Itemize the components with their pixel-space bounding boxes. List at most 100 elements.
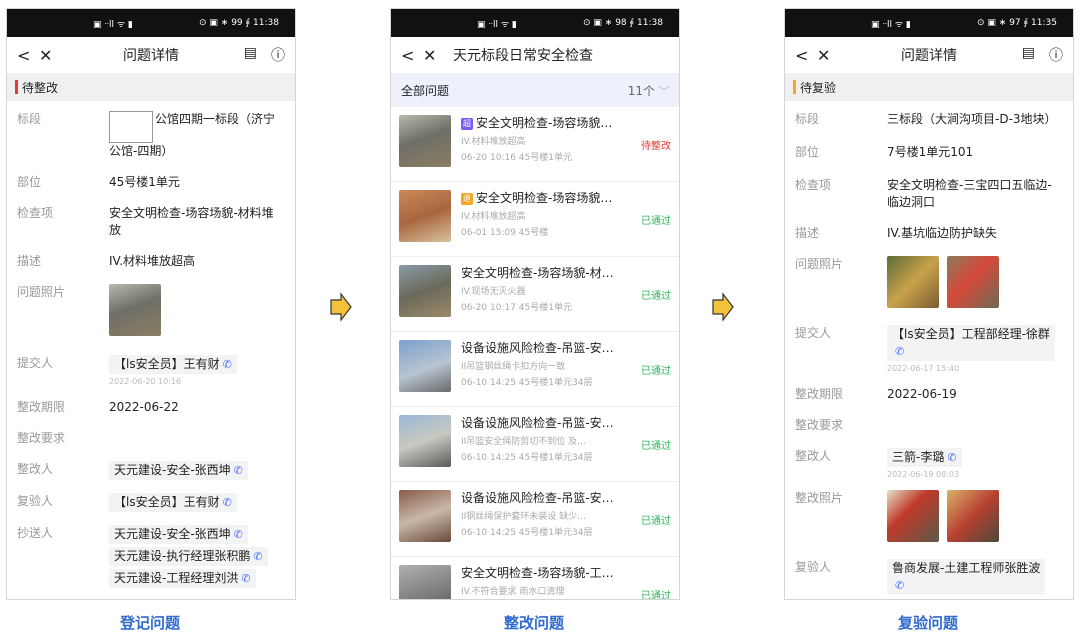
issue-thumbnail [399, 340, 451, 392]
field-miaoshu: 描述 IV.材料堆放超高 [17, 254, 196, 268]
status-section: 待整改 [7, 73, 295, 101]
list-item[interactable]: 退安全文明检查-场容场貌… IV.材料堆放超高 06-01 15:09 45号楼 已通… [391, 182, 679, 257]
item-title-text: 安全文明检查-场容场貌… [476, 116, 613, 130]
issue-thumbnail [399, 565, 451, 599]
status-badge: 已通过 [641, 515, 671, 527]
issue-thumbnail [399, 115, 451, 167]
field-rect-photos: 整改照片 [785, 480, 1073, 547]
status-badge: 已通过 [641, 590, 671, 600]
item-body: 设备设施风险检查-吊篮-安… II钢丝绳保护套环未装设 缺少… 06-10 14:2… [461, 490, 635, 548]
filter-count: 11个 [627, 83, 655, 98]
phone-icon[interactable]: ✆ [241, 572, 250, 585]
item-title: 设备设施风险检查-吊篮-安… [461, 415, 635, 431]
filter-label: 全部问题 [401, 83, 450, 98]
phone-icon[interactable]: ✆ [223, 358, 232, 371]
list-item[interactable]: 设备设施风险检查-吊篮-安… II吊篮安全绳防剪切不到位 及… 06-10 14:2… [391, 407, 679, 482]
item-description: IV.材料堆放超高 [461, 137, 526, 147]
item-meta: 06-20 10:17 45号楼1单元 [461, 303, 572, 313]
back-icon[interactable]: < [17, 46, 39, 65]
item-title: 设备设施风险检查-吊篮-安… [461, 340, 635, 356]
issue-thumbnail [399, 265, 451, 317]
field-rectifier: 整改人 天元建设-安全-张西坤 ✆ [7, 447, 295, 483]
item-body: 设备设施风险检查-吊篮-安… II吊篮安全绳防剪切不到位 及… 06-10 14:2… [461, 415, 635, 473]
item-title: 安全文明检查-场容场貌-工… [461, 565, 635, 581]
field-reviewer: 复验人 【ls安全员】王有财 ✆ [7, 483, 295, 515]
item-title: 超安全文明检查-场容场貌… [461, 115, 635, 131]
close-icon[interactable]: ✕ [817, 46, 843, 65]
close-icon[interactable]: ✕ [423, 46, 449, 65]
item-description: II吊篮安全绳防剪切不到位 及… [461, 437, 587, 447]
phone-icon[interactable]: ✆ [234, 528, 243, 541]
phone-icon[interactable]: ✆ [895, 345, 904, 358]
phone-rectify-list: ▣ ᐧᐧll ᯤ ▮ ⊙ ▣ ∗ 98 ∮ 11:38 < ✕ 天元标段日常安全… [390, 8, 680, 600]
item-title-text: 设备设施风险检查-吊篮-安… [461, 491, 614, 505]
status-badge: 已通过 [641, 290, 671, 302]
redacted-box [109, 111, 153, 143]
list-item[interactable]: 设备设施风险检查-吊篮-安… II钢丝绳保护套环未装设 缺少… 06-10 14:2… [391, 482, 679, 557]
chevron-down-icon[interactable]: ﹀ [659, 83, 669, 98]
back-icon[interactable]: < [401, 46, 423, 65]
nav-bar: < ✕ 问题详情 ▤ ⓘ [7, 37, 295, 73]
arrow-right-icon [330, 292, 352, 322]
field-rectifier: 整改人 三箭-李璐 ✆ 2022-06-19 08:03 [785, 434, 1073, 480]
status-bar: ▣ ᐧᐧll ᯤ ▮ ⊙ ▣ ∗ 97 ∮ 11:35 [785, 9, 1073, 37]
rectify-photo[interactable] [947, 490, 999, 542]
status-badge: 已通过 [641, 365, 671, 377]
issue-thumbnail [399, 490, 451, 542]
document-icon[interactable]: ▤ [244, 45, 257, 65]
arrow-right-icon [712, 292, 734, 322]
item-description: IV.材料堆放超高 [461, 212, 526, 222]
issue-photo[interactable] [109, 284, 161, 336]
phone-icon[interactable]: ✆ [947, 451, 956, 464]
item-body: 退安全文明检查-场容场貌… IV.材料堆放超高 06-01 15:09 45号楼 [461, 190, 635, 248]
list-item[interactable]: 安全文明检查-场容场貌-材… IV.现场无灭火器 06-20 10:17 45号楼1… [391, 257, 679, 332]
item-description: IV.不符合要求 雨水口清理 [461, 587, 565, 597]
status-icons: ▣ ᐧᐧll ᯤ ▮ [477, 19, 517, 30]
phone-icon[interactable]: ✆ [253, 550, 262, 563]
phone-icon[interactable]: ✆ [234, 464, 243, 477]
status-icons: ▣ ᐧᐧll ᯤ ▮ [93, 19, 133, 30]
list-item[interactable]: 设备设施风险检查-吊篮-安… II吊篮钢丝绳卡扣方向一致 06-10 14:25 4… [391, 332, 679, 407]
issue-list: 超安全文明检查-场容场貌… IV.材料堆放超高 06-20 10:16 45号楼1单… [391, 107, 679, 600]
nav-bar: < ✕ 问题详情 ▤ ⓘ [785, 37, 1073, 73]
phone-icon[interactable]: ✆ [223, 496, 232, 509]
info-icon[interactable]: ⓘ [271, 45, 285, 65]
status-time: ⊙ ▣ ∗ 98 ∮ 11:38 [583, 18, 663, 28]
item-title-text: 安全文明检查-场容场貌… [476, 191, 613, 205]
issue-photo[interactable] [947, 256, 999, 308]
issue-thumbnail [399, 190, 451, 242]
item-title-text: 安全文明检查-场容场貌-工… [461, 566, 614, 580]
status-label: 待复验 [800, 80, 837, 95]
field-photos: 问题照片 [785, 242, 1073, 313]
field-jiancha: 检查项 安全文明检查-场容场貌-材料堆放 [17, 206, 274, 237]
item-meta: 06-10 14:25 45号楼1单元34层 [461, 528, 593, 538]
status-icons: ▣ ᐧᐧll ᯤ ▮ [871, 19, 911, 30]
rectify-photo[interactable] [887, 490, 939, 542]
phone-icon[interactable]: ✆ [895, 579, 904, 592]
item-body: 安全文明检查-场容场貌-工… IV.不符合要求 雨水口清理 [461, 565, 635, 599]
info-icon[interactable]: ⓘ [1049, 45, 1063, 65]
document-icon[interactable]: ▤ [1022, 45, 1035, 65]
list-item[interactable]: 超安全文明检查-场容场貌… IV.材料堆放超高 06-20 10:16 45号楼1单… [391, 107, 679, 182]
status-stripe [15, 80, 18, 94]
status-badge: 已通过 [641, 215, 671, 227]
caption-register: 登记问题 [119, 614, 180, 632]
field-miaoshu: 描述 IV.基坑临边防护缺失 [795, 226, 998, 240]
item-description: IV.现场无灭火器 [461, 287, 526, 297]
field-biaoduan: 标段 公馆四期一标段（济宁公馆-四期） [17, 111, 276, 158]
item-title-text: 设备设施风险检查-吊篮-安… [461, 341, 614, 355]
field-photos: 问题照片 [7, 270, 295, 341]
filter-bar[interactable]: 全部问题 11个 ﹀ [391, 73, 679, 107]
list-item[interactable]: 安全文明检查-场容场貌-工… IV.不符合要求 雨水口清理 已通过 [391, 557, 679, 600]
item-title: 退安全文明检查-场容场貌… [461, 190, 635, 206]
item-badge: 超 [461, 118, 473, 130]
item-title: 设备设施风险检查-吊篮-安… [461, 490, 635, 506]
issue-thumbnail [399, 415, 451, 467]
issue-photo[interactable] [887, 256, 939, 308]
status-badge: 待整改 [641, 140, 671, 152]
caption-rectify: 整改问题 [503, 614, 564, 632]
field-require: 整改要求 [17, 431, 66, 445]
close-icon[interactable]: ✕ [39, 46, 65, 65]
back-icon[interactable]: < [795, 46, 817, 65]
page-title: 天元标段日常安全检查 [453, 48, 593, 64]
